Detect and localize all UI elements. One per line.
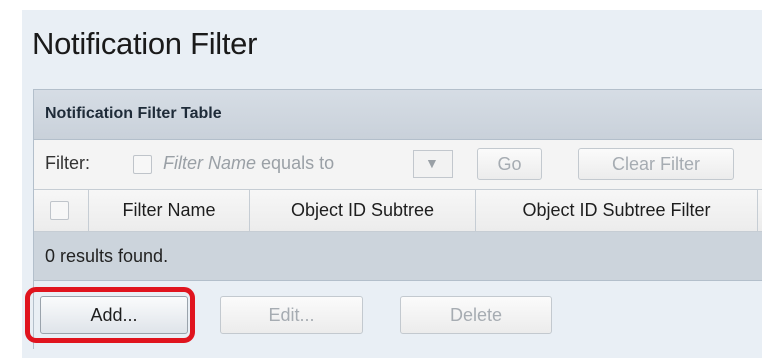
clear-filter-button[interactable]: Clear Filter xyxy=(578,148,734,180)
column-object-id-subtree-filter[interactable]: Object ID Subtree Filter xyxy=(476,190,758,231)
column-header-row: Filter Name Object ID Subtree Object ID … xyxy=(34,190,762,232)
table-title: Notification Filter Table xyxy=(45,105,222,122)
table-header: Notification Filter Table xyxy=(34,90,762,140)
column-object-id-subtree[interactable]: Object ID Subtree xyxy=(250,190,476,231)
actions-row: Add... Edit... Delete xyxy=(25,281,762,349)
filter-label: Filter: xyxy=(45,153,90,173)
triangle-down-icon: ▼ xyxy=(425,155,439,171)
filter-condition-text: Filter Name equals to xyxy=(163,153,334,174)
notification-filter-table: Notification Filter Table Filter: Filter… xyxy=(25,89,762,349)
select-all-column xyxy=(34,190,89,231)
delete-button[interactable]: Delete xyxy=(400,296,552,334)
edit-button[interactable]: Edit... xyxy=(220,296,363,334)
results-row: 0 results found. xyxy=(34,232,762,281)
filter-operator: equals to xyxy=(261,153,335,173)
add-button-highlight xyxy=(25,287,195,343)
column-filter-name[interactable]: Filter Name xyxy=(89,190,250,231)
page-title: Notification Filter xyxy=(32,26,258,61)
go-button[interactable]: Go xyxy=(477,148,542,180)
filter-value-select[interactable]: ▼ xyxy=(413,150,453,178)
filter-enable-checkbox[interactable] xyxy=(133,155,152,174)
results-count: 0 results found. xyxy=(45,246,169,266)
filter-field-name: Filter Name xyxy=(163,153,257,173)
filter-row: Filter: Filter Name equals to ▼ Go Clear… xyxy=(34,140,762,190)
select-all-checkbox[interactable] xyxy=(50,201,69,220)
